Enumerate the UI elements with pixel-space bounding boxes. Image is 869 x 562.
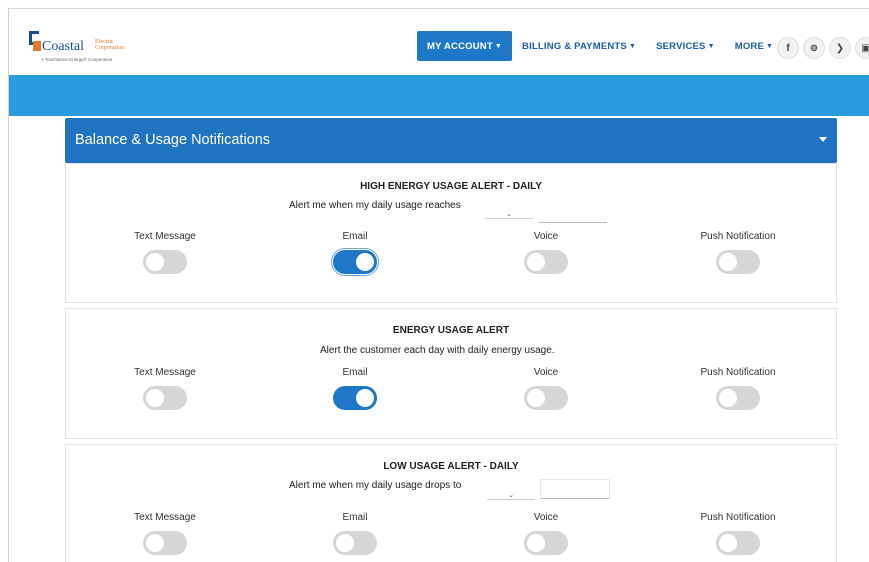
- nav-billing-payments[interactable]: BILLING & PAYMENTS ▼: [512, 31, 646, 61]
- caret-down-icon: ▼: [628, 42, 637, 50]
- site-header: Coastal Electric Corporation A Touchston…: [9, 9, 869, 75]
- toggle-knob: [719, 389, 737, 407]
- card-title: ENERGY USAGE ALERT: [392, 325, 510, 336]
- chevron-down-icon[interactable]: [819, 137, 827, 142]
- channel-label-voice: Voice: [533, 512, 559, 523]
- usage-threshold-select[interactable]: ⌄: [487, 483, 535, 500]
- channel-label-voice: Voice: [533, 367, 559, 378]
- alert-card-energy-usage: ENERGY USAGE ALERT Alert the customer ea…: [65, 308, 837, 439]
- caret-down-icon: ▼: [766, 42, 774, 50]
- twitter-icon[interactable]: ❯: [829, 37, 851, 59]
- nav-services[interactable]: SERVICES ▼: [646, 31, 725, 61]
- channel-label-email: Email: [342, 512, 368, 523]
- usage-threshold-select[interactable]: ⌄: [485, 202, 533, 219]
- toggle-push-notification[interactable]: [716, 386, 760, 410]
- card-description: Alert the customer each day with daily e…: [320, 345, 555, 356]
- channel-label-text-message: Text Message: [134, 231, 196, 242]
- nav-label: MORE: [734, 40, 765, 52]
- usage-threshold-input[interactable]: [540, 479, 610, 499]
- channel-label-email: Email: [342, 231, 368, 242]
- toggle-voice[interactable]: [524, 531, 568, 555]
- toggle-text-message[interactable]: [143, 386, 187, 410]
- youtube-icon[interactable]: ▣: [855, 37, 869, 59]
- channel-label-push-notification: Push Notification: [700, 231, 776, 242]
- card-title: LOW USAGE ALERT - DAILY: [383, 461, 519, 472]
- toggle-knob: [146, 534, 164, 552]
- toggle-knob: [146, 253, 164, 271]
- alert-card-high-usage: HIGH ENERGY USAGE ALERT - DAILY Alert me…: [65, 163, 837, 303]
- logo-tagline: A Touchstone Energy® Cooperative: [41, 57, 113, 62]
- channel-label-push-notification: Push Notification: [700, 512, 776, 523]
- toggle-knob: [719, 534, 737, 552]
- main-nav: MY ACCOUNT ▼ BILLING & PAYMENTS ▼ SERVICES…: [417, 31, 783, 61]
- toggle-text-message[interactable]: [143, 250, 187, 274]
- logo-subword: Electric Corporation: [95, 39, 124, 51]
- nav-label: BILLING & PAYMENTS: [522, 40, 627, 52]
- page-banner: [9, 75, 869, 116]
- toggle-knob: [356, 253, 374, 271]
- toggle-knob: [527, 534, 545, 552]
- section-header-balance-usage[interactable]: Balance & Usage Notifications: [65, 118, 837, 163]
- logo-mark-icon: [29, 31, 41, 51]
- card-description: Alert me when my daily usage reaches: [289, 200, 461, 211]
- coastal-logo[interactable]: Coastal Electric Corporation A Touchston…: [29, 31, 129, 67]
- toggle-knob: [719, 253, 737, 271]
- nav-my-account[interactable]: MY ACCOUNT ▼: [417, 31, 513, 61]
- nav-more[interactable]: MORE ▼: [725, 31, 783, 61]
- toggle-knob: [356, 389, 374, 407]
- logo-wordmark: Coastal: [42, 39, 84, 54]
- nav-label: MY ACCOUNT: [427, 40, 493, 52]
- section-title: Balance & Usage Notifications: [75, 132, 271, 148]
- toggle-knob: [336, 534, 354, 552]
- channel-label-voice: Voice: [533, 231, 559, 242]
- toggle-email[interactable]: [333, 386, 377, 410]
- toggle-email[interactable]: [331, 248, 379, 276]
- channel-label-text-message: Text Message: [134, 512, 196, 523]
- alert-card-low-usage: LOW USAGE ALERT - DAILY Alert me when my…: [65, 444, 837, 562]
- chevron-down-icon: ⌄: [506, 211, 512, 218]
- toggle-voice[interactable]: [524, 386, 568, 410]
- card-title: HIGH ENERGY USAGE ALERT - DAILY: [360, 181, 542, 192]
- toggle-voice[interactable]: [524, 250, 568, 274]
- chevron-down-icon: ⌄: [508, 492, 514, 499]
- card-description: Alert me when my daily usage drops to: [289, 480, 462, 491]
- channel-label-text-message: Text Message: [134, 367, 196, 378]
- pinterest-icon[interactable]: ⊚: [803, 37, 825, 59]
- toggle-knob: [527, 253, 545, 271]
- channel-label-push-notification: Push Notification: [700, 367, 776, 378]
- nav-label: SERVICES: [656, 40, 706, 52]
- toggle-knob: [146, 389, 164, 407]
- caret-down-icon: ▼: [494, 42, 503, 50]
- toggle-text-message[interactable]: [143, 531, 187, 555]
- toggle-email[interactable]: [333, 531, 377, 555]
- toggle-push-notification[interactable]: [716, 531, 760, 555]
- usage-threshold-input[interactable]: [539, 204, 607, 223]
- toggle-knob: [527, 389, 545, 407]
- facebook-icon[interactable]: f: [777, 37, 799, 59]
- caret-down-icon: ▼: [707, 42, 715, 50]
- social-links: f ⊚ ❯ ▣: [777, 37, 869, 59]
- channel-label-email: Email: [342, 367, 368, 378]
- toggle-push-notification[interactable]: [716, 250, 760, 274]
